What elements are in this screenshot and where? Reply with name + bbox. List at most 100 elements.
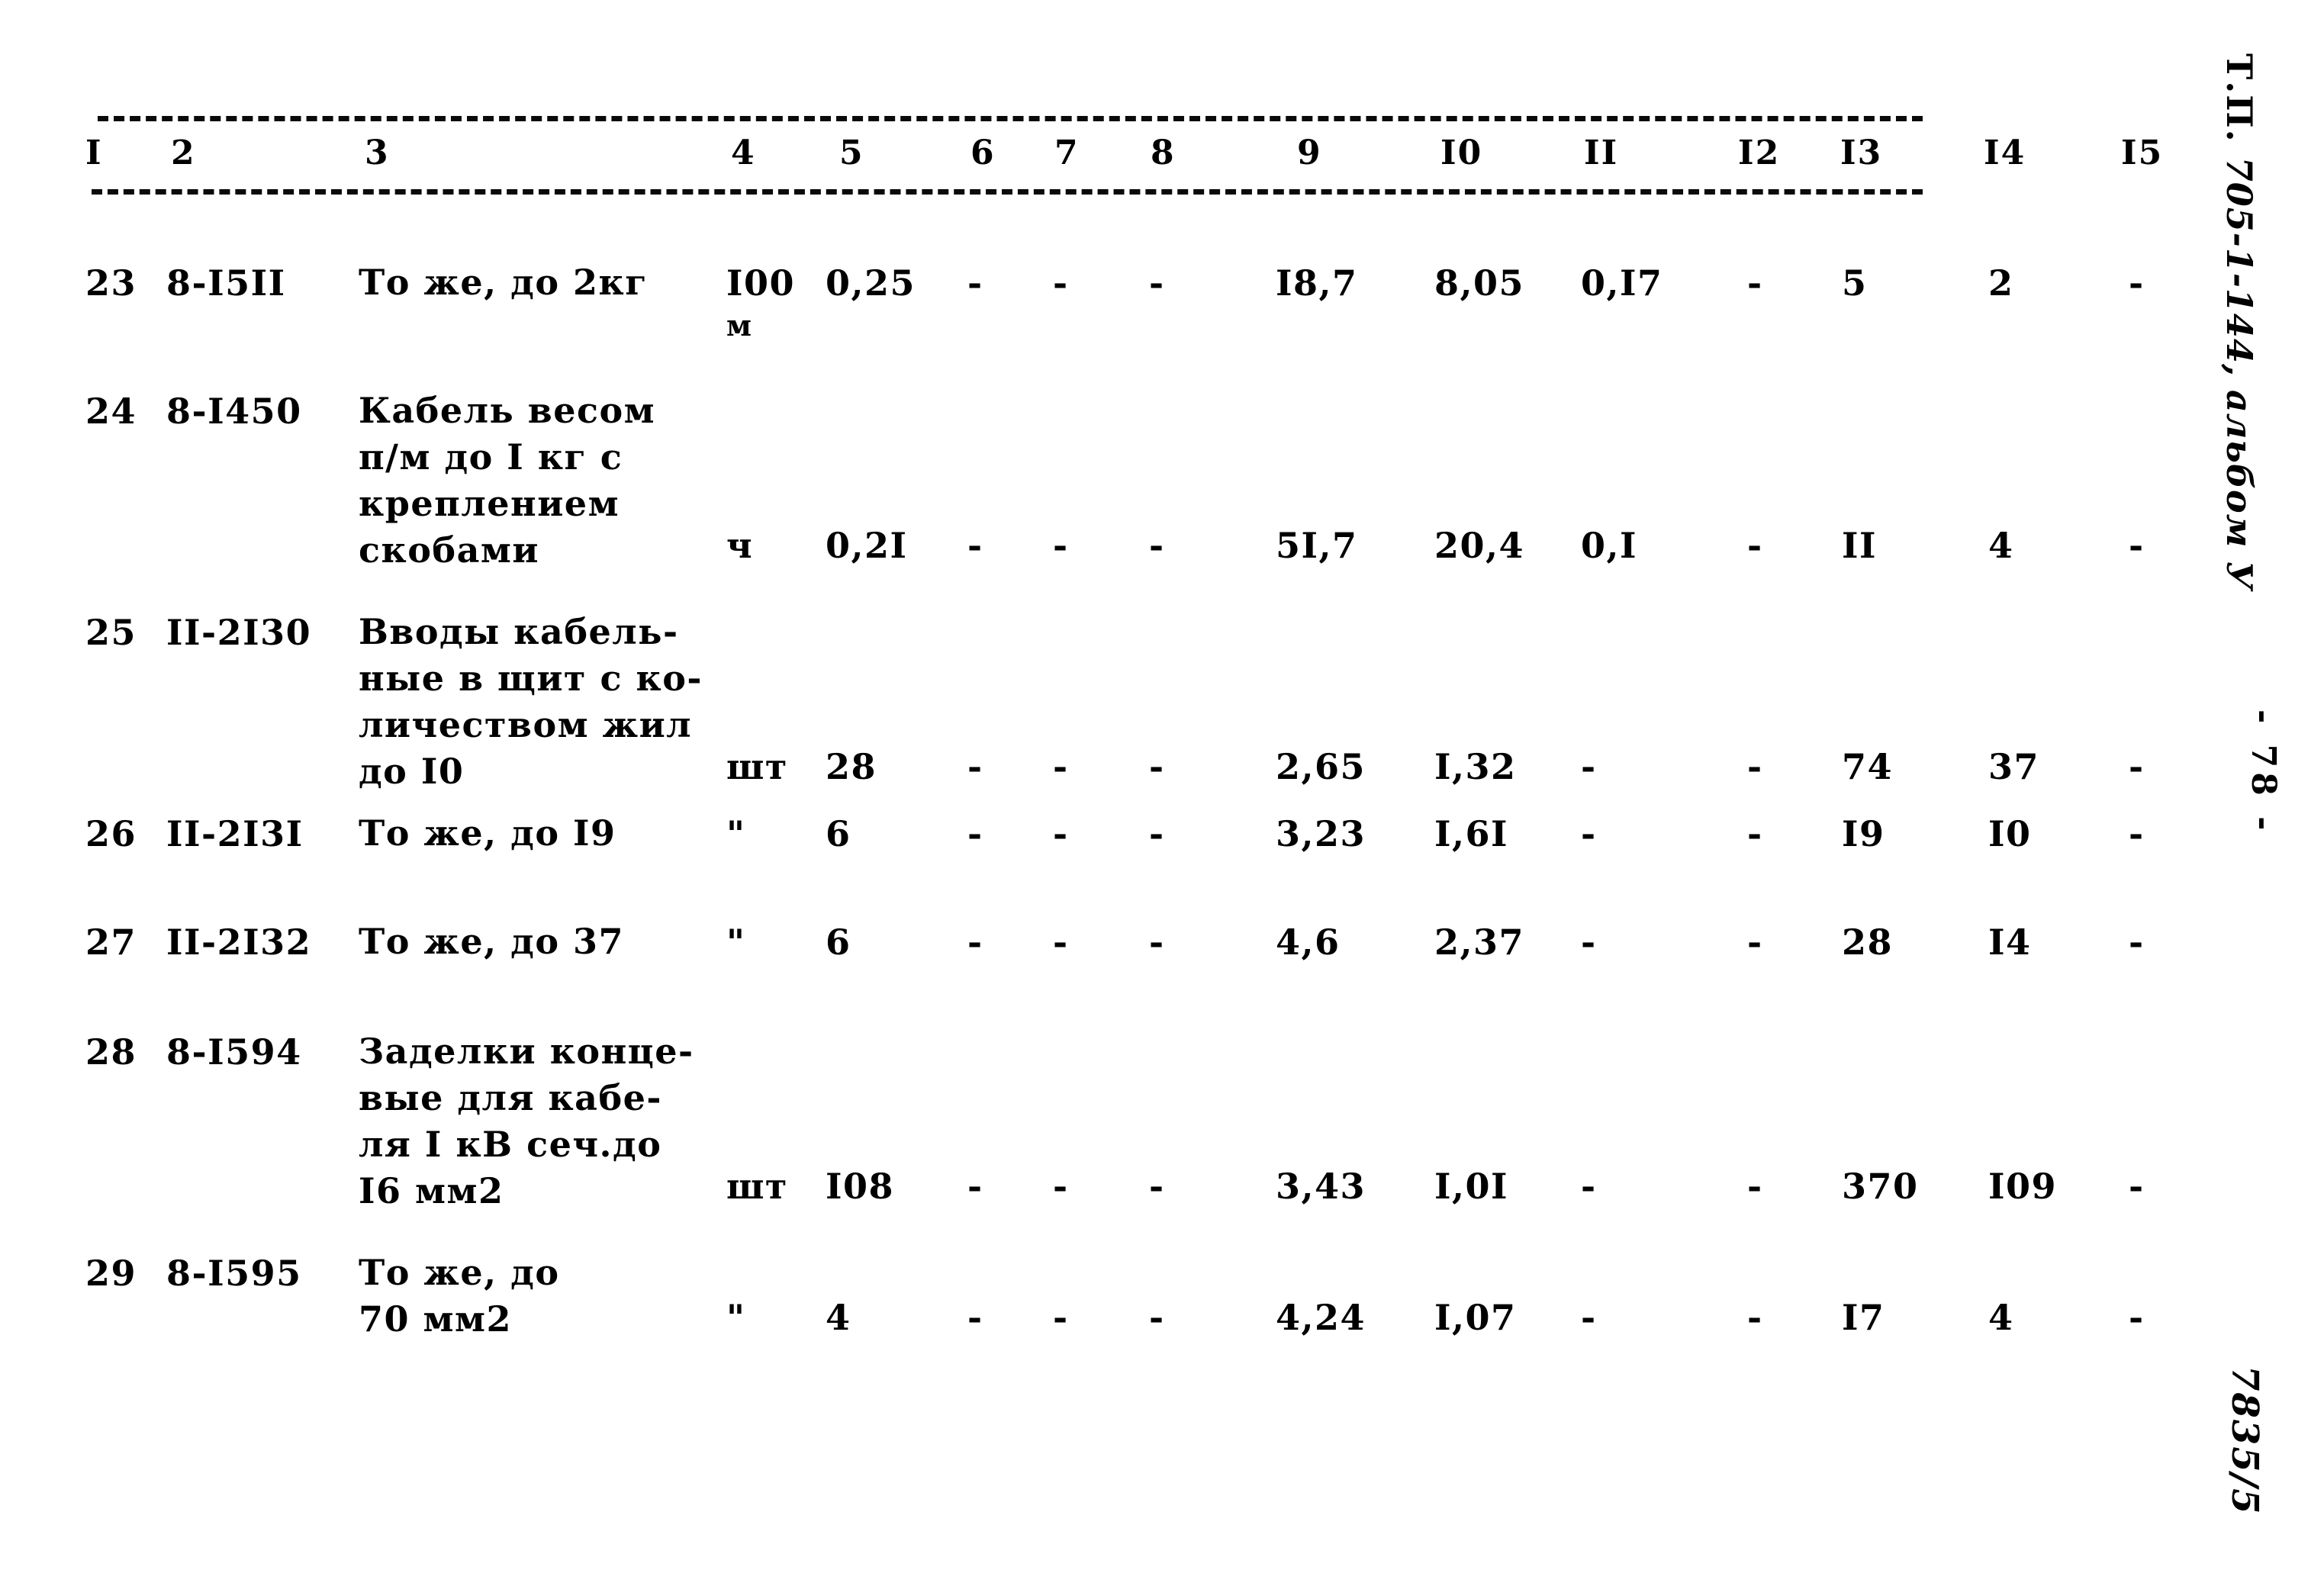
row-number: 25 bbox=[85, 612, 137, 653]
row-value-12: - bbox=[1747, 813, 1763, 854]
column-header-9: 9 bbox=[1297, 134, 1322, 172]
row-code: 8-I450 bbox=[166, 391, 302, 432]
row-value-15: - bbox=[2129, 746, 2145, 787]
row-description: Вводы кабель- ные в щит с ко- личеством … bbox=[359, 611, 703, 792]
row-value-15: - bbox=[2129, 1166, 2145, 1207]
row-code: II-2I30 bbox=[166, 612, 312, 653]
row-value-8: - bbox=[1149, 1166, 1165, 1207]
row-value-14: I4 bbox=[1988, 922, 2032, 963]
row-value-14: 2 bbox=[1988, 262, 2014, 304]
margin-document-reference: Т.П. 705-1-144, альбом У bbox=[2219, 53, 2260, 590]
row-value-14: I09 bbox=[1988, 1166, 2058, 1207]
row-value-14: I0 bbox=[1988, 813, 2032, 854]
row-value-11: - bbox=[1581, 813, 1597, 854]
row-value-10: I,0I bbox=[1434, 1166, 1509, 1207]
row-value-13: 74 bbox=[1842, 746, 1894, 787]
row-description: То же, до 2кг bbox=[359, 262, 648, 303]
row-value-9: 3,43 bbox=[1276, 1166, 1366, 1207]
row-value-5: 4 bbox=[826, 1297, 851, 1338]
row-value-12: - bbox=[1747, 1166, 1763, 1207]
column-header-11: II bbox=[1584, 134, 1619, 172]
row-value-5: 6 bbox=[826, 922, 851, 963]
margin-archive-stamp: 7835/5 bbox=[2223, 1366, 2266, 1516]
row-value-9: 3,23 bbox=[1276, 813, 1366, 854]
row-value-12: - bbox=[1747, 1297, 1763, 1338]
row-value-15: - bbox=[2129, 922, 2145, 963]
row-value-12: - bbox=[1747, 525, 1763, 566]
row-number: 23 bbox=[85, 262, 137, 304]
row-value-10: 8,05 bbox=[1434, 262, 1525, 304]
column-header-12: I2 bbox=[1738, 134, 1781, 172]
row-value-12: - bbox=[1747, 746, 1763, 787]
row-value-15: - bbox=[2129, 813, 2145, 854]
table-header-dashed-rule bbox=[92, 189, 1923, 195]
row-value-7: - bbox=[1053, 525, 1069, 566]
column-header-15: I5 bbox=[2121, 134, 2164, 172]
row-value-8: - bbox=[1149, 525, 1165, 566]
row-value-13: 5 bbox=[1842, 262, 1868, 304]
row-unit: ч bbox=[726, 525, 754, 566]
row-value-15: - bbox=[2129, 525, 2145, 566]
row-value-10: I,6I bbox=[1434, 813, 1509, 854]
row-value-6: - bbox=[967, 813, 983, 854]
scanned-document-page: I 2 3 4 5 6 7 8 9 I0 II I2 I3 I4 I5 23 8… bbox=[0, 0, 2324, 1586]
row-value-6: - bbox=[967, 922, 983, 963]
row-value-13: I9 bbox=[1842, 813, 1885, 854]
row-value-7: - bbox=[1053, 1166, 1069, 1207]
row-value-5: 0,25 bbox=[826, 262, 916, 304]
row-number: 27 bbox=[85, 922, 137, 963]
row-unit: " bbox=[726, 813, 746, 854]
row-value-11: - bbox=[1581, 1166, 1597, 1207]
row-value-14: 4 bbox=[1988, 1297, 2014, 1338]
row-value-8: - bbox=[1149, 746, 1165, 787]
row-value-8: - bbox=[1149, 262, 1165, 304]
row-unit: шт bbox=[726, 746, 788, 787]
row-value-13: 370 bbox=[1842, 1166, 1919, 1207]
row-value-6: - bbox=[967, 1166, 983, 1207]
row-description: То же, до I9 bbox=[359, 812, 616, 854]
row-value-9: 5I,7 bbox=[1276, 525, 1358, 566]
row-value-12: - bbox=[1747, 922, 1763, 963]
row-value-9: 4,24 bbox=[1276, 1297, 1366, 1338]
row-value-10: I,07 bbox=[1434, 1297, 1517, 1338]
row-value-6: - bbox=[967, 1297, 983, 1338]
row-value-11: - bbox=[1581, 1297, 1597, 1338]
row-value-6: - bbox=[967, 746, 983, 787]
row-number: 24 bbox=[85, 391, 137, 432]
row-value-5: 28 bbox=[826, 746, 877, 787]
row-value-6: - bbox=[967, 525, 983, 566]
column-header-5: 5 bbox=[839, 134, 864, 172]
column-header-6: 6 bbox=[970, 134, 996, 172]
row-value-13: 28 bbox=[1842, 922, 1894, 963]
column-header-8: 8 bbox=[1151, 134, 1176, 172]
row-value-7: - bbox=[1053, 813, 1069, 854]
column-header-2: 2 bbox=[171, 134, 196, 172]
row-value-13: II bbox=[1842, 525, 1878, 566]
row-number: 26 bbox=[85, 813, 137, 854]
row-value-12: - bbox=[1747, 262, 1763, 304]
column-header-1: I bbox=[85, 134, 103, 172]
margin-doc-ref-prefix: Т.П. bbox=[2219, 53, 2260, 143]
row-unit: I00 bbox=[726, 262, 796, 304]
row-number: 29 bbox=[85, 1253, 137, 1294]
row-unit: " bbox=[726, 1297, 746, 1338]
row-value-6: - bbox=[967, 262, 983, 304]
row-code: II-2I3I bbox=[166, 813, 304, 854]
row-value-5: 6 bbox=[826, 813, 851, 854]
row-description: То же, до 70 мм2 bbox=[359, 1252, 560, 1340]
row-value-7: - bbox=[1053, 746, 1069, 787]
margin-page-number: - 78 - bbox=[2244, 709, 2283, 835]
column-header-4: 4 bbox=[731, 134, 756, 172]
column-header-7: 7 bbox=[1054, 134, 1080, 172]
row-value-7: - bbox=[1053, 1297, 1069, 1338]
row-value-9: I8,7 bbox=[1276, 262, 1358, 304]
row-value-15: - bbox=[2129, 1297, 2145, 1338]
column-header-13: I3 bbox=[1840, 134, 1883, 172]
row-value-10: I,32 bbox=[1434, 746, 1517, 787]
row-value-10: 20,4 bbox=[1434, 525, 1525, 566]
row-number: 28 bbox=[85, 1031, 137, 1073]
margin-doc-ref-handwritten: 705-1-144, альбом У bbox=[2219, 156, 2260, 590]
row-value-11: - bbox=[1581, 746, 1597, 787]
row-value-15: - bbox=[2129, 262, 2145, 304]
row-value-13: I7 bbox=[1842, 1297, 1885, 1338]
